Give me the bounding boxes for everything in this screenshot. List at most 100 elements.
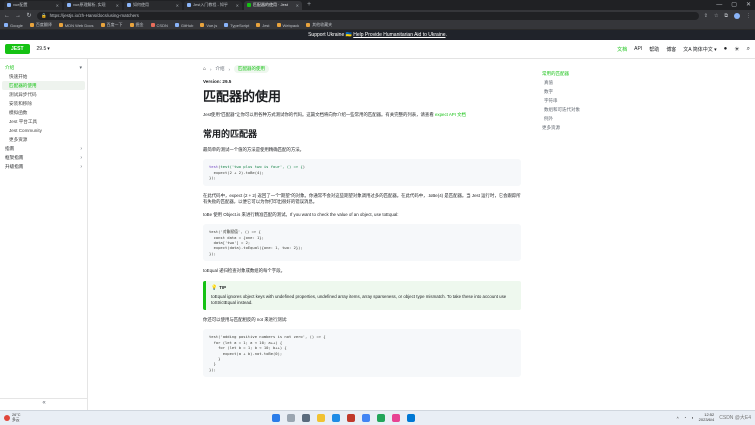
- nav-link-api[interactable]: API: [634, 46, 642, 52]
- bookmark-item[interactable]: 百度翻译: [29, 22, 52, 28]
- app-icon[interactable]: [392, 414, 400, 422]
- menu-icon[interactable]: ⋮: [746, 13, 751, 19]
- breadcrumb-current: 匹配器的使用: [234, 65, 270, 73]
- browser-tab[interactable]: vue配置 ✕: [4, 0, 62, 10]
- sidebar-category-intro[interactable]: 介绍 ▾: [0, 63, 87, 72]
- sidebar-item[interactable]: 快速开始: [0, 72, 87, 81]
- bookmark-item[interactable]: Google: [4, 23, 23, 28]
- sidebar-category-upgrade[interactable]: 升级指南 ›: [0, 162, 87, 171]
- forward-icon[interactable]: →: [15, 13, 21, 19]
- close-tab-icon[interactable]: ✕: [296, 3, 299, 8]
- close-tab-icon[interactable]: ✕: [236, 3, 239, 8]
- app-icon[interactable]: [347, 414, 355, 422]
- maximize-icon[interactable]: ▢: [731, 0, 737, 10]
- toc-item[interactable]: 数字: [540, 87, 755, 96]
- banner-link[interactable]: Help Provide Humanitarian Aid to Ukraine: [353, 32, 445, 38]
- breadcrumb-section[interactable]: 介绍: [216, 66, 225, 72]
- jest-logo[interactable]: JEST: [5, 44, 30, 54]
- sidebar-item[interactable]: 测试异步代码: [0, 90, 87, 99]
- address-bar[interactable]: 🔒 https://jestjs.io/zh-Hans/docs/using-m…: [37, 11, 699, 20]
- star-icon[interactable]: ☆: [714, 13, 718, 19]
- toc-item[interactable]: 更多资源: [540, 123, 755, 132]
- toc-item[interactable]: 例外: [540, 114, 755, 123]
- sidebar-category-frameworks[interactable]: 框架指南 ›: [0, 153, 87, 162]
- bookmark-item[interactable]: Jest: [256, 23, 270, 28]
- search-icon[interactable]: [287, 414, 295, 422]
- close-tab-icon[interactable]: ✕: [176, 3, 179, 8]
- bookmark-item[interactable]: TypeScript: [224, 23, 249, 28]
- sidebar-item[interactable]: 安装和移除: [0, 99, 87, 108]
- tray-chevron-icon[interactable]: ˄: [676, 415, 678, 420]
- paragraph: 你还可以使用与匹配相反的 not 来进行测试:: [203, 317, 288, 323]
- code-block[interactable]: test('对象赋值', () => { const data = {one: …: [203, 224, 521, 262]
- breadcrumb-separator: ›: [228, 66, 231, 72]
- profile-avatar[interactable]: [734, 12, 740, 19]
- wechat-icon[interactable]: [377, 414, 385, 422]
- table-of-contents: 常用的匹配器 真值 数字 字符串 数组和可迭代对象 例外 更多资源: [538, 59, 755, 410]
- close-window-icon[interactable]: ✕: [746, 0, 751, 10]
- chevron-down-icon: ▾: [47, 46, 50, 52]
- back-icon[interactable]: ←: [4, 13, 10, 19]
- collapse-sidebar-button[interactable]: «: [0, 398, 88, 408]
- chrome-icon[interactable]: [362, 414, 370, 422]
- sidebar-category-guides[interactable]: 指南 ›: [0, 144, 87, 153]
- wifi-icon[interactable]: ◔: [684, 415, 686, 420]
- bookmark-icon: [256, 23, 261, 27]
- nav-link-docs[interactable]: 文档: [617, 46, 627, 53]
- vscode-icon[interactable]: [407, 414, 415, 422]
- theme-toggle-icon[interactable]: ☀: [734, 46, 739, 53]
- task-view-icon[interactable]: [302, 414, 310, 422]
- paragraph: toBe 使用 Object.is 来进行精准匹配的测试。If you want…: [203, 212, 399, 218]
- bookmark-item[interactable]: CSDN: [150, 23, 168, 28]
- browser-tab-active[interactable]: 匹配器的使用 · Jest ✕: [244, 0, 302, 10]
- bookmark-icon: [4, 23, 8, 27]
- volume-icon[interactable]: ◖: [691, 415, 693, 420]
- reload-icon[interactable]: ↻: [26, 12, 32, 19]
- version-dropdown[interactable]: 29.5 ▾: [37, 46, 50, 52]
- share-icon[interactable]: ⇪: [704, 13, 708, 19]
- browser-tab[interactable]: Jest入门教程 - 知乎 ✕: [184, 0, 242, 10]
- sidebar-item[interactable]: 更多资源: [0, 135, 87, 144]
- toc-item[interactable]: 真值: [540, 78, 755, 87]
- search-icon[interactable]: ⌕: [747, 46, 750, 53]
- clock[interactable]: 12:52 2023/6/4: [699, 412, 715, 422]
- close-tab-icon[interactable]: ✕: [56, 3, 59, 8]
- toc-item-active[interactable]: 常用的匹配器: [540, 69, 755, 78]
- browser-tab[interactable]: vue原理解析, 实现 ✕: [64, 0, 122, 10]
- sidebar-item-active[interactable]: 匹配器的使用: [2, 81, 85, 90]
- toc-item[interactable]: 字符串: [540, 96, 755, 105]
- file-explorer-icon[interactable]: [317, 414, 325, 422]
- code-block[interactable]: test('adding positive numbers is not zer…: [203, 329, 521, 378]
- nav-link-blog[interactable]: 博客: [666, 46, 676, 53]
- language-dropdown[interactable]: 文A 简体中文 ▾: [683, 46, 716, 53]
- code-block[interactable]: test(test('two plus two is four', () => …: [203, 159, 521, 186]
- toc-item[interactable]: 数组和可迭代对象: [540, 105, 755, 114]
- nav-link-help[interactable]: 帮助: [649, 46, 659, 53]
- extensions-icon[interactable]: ⧉: [724, 13, 728, 19]
- bookmark-item[interactable]: Webpack: [276, 23, 299, 28]
- new-tab-button[interactable]: +: [307, 1, 311, 9]
- version-badge: Version: 29.5: [203, 79, 232, 84]
- minimize-icon[interactable]: —: [716, 0, 722, 10]
- home-icon[interactable]: ⌂: [203, 66, 206, 72]
- sidebar-item[interactable]: 模拟函数: [0, 108, 87, 117]
- browser-toolbar: ← → ↻ 🔒 https://jestjs.io/zh-Hans/docs/u…: [0, 10, 755, 21]
- edge-icon[interactable]: [332, 414, 340, 422]
- weather-widget[interactable]: 26°C 多云: [4, 413, 20, 422]
- bookmark-item[interactable]: 掘金: [129, 22, 144, 28]
- bookmark-icon: [224, 23, 229, 27]
- sidebar-item[interactable]: Jest 平台工具: [0, 117, 87, 126]
- github-icon[interactable]: ●: [724, 46, 728, 52]
- bookmark-item[interactable]: 百度一下: [100, 22, 123, 28]
- bookmark-item[interactable]: MDN Web Docs: [58, 23, 94, 28]
- bookmark-icon: [200, 23, 205, 27]
- windows-start-icon[interactable]: [272, 414, 280, 422]
- sidebar-item[interactable]: Jest Community: [0, 126, 87, 135]
- expect-api-link[interactable]: expect API 文档: [435, 112, 466, 117]
- close-tab-icon[interactable]: ✕: [116, 3, 119, 8]
- browser-tab[interactable]: 如何使用 ✕: [124, 0, 182, 10]
- bookmark-item[interactable]: Vue.js: [200, 23, 217, 28]
- translate-icon: 文A: [683, 46, 692, 53]
- bookmark-item[interactable]: 其他收藏夹: [306, 22, 332, 28]
- bookmark-item[interactable]: GitHub: [174, 23, 193, 28]
